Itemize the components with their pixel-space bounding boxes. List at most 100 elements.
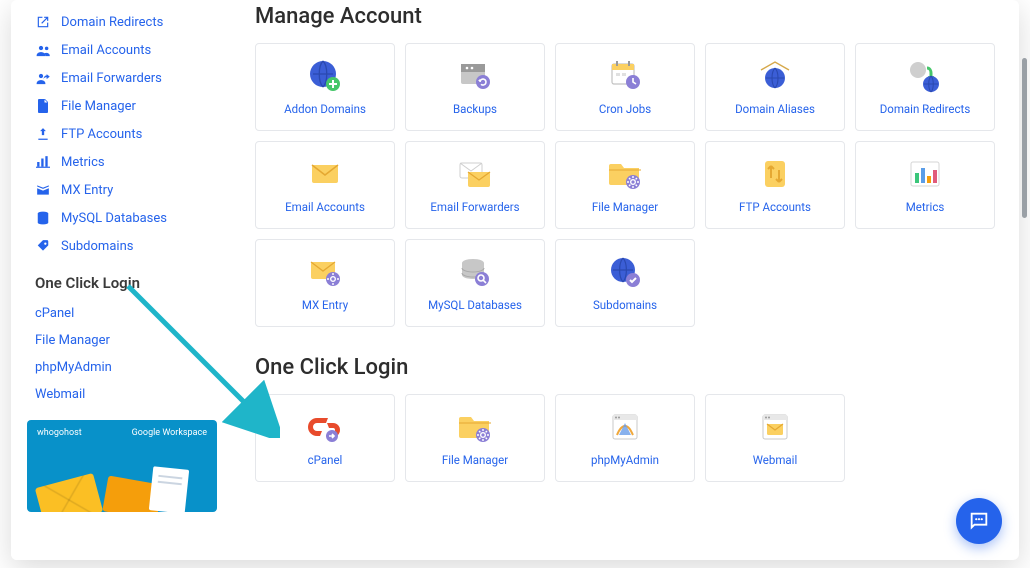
phpmyadmin-icon bbox=[605, 409, 645, 445]
cpanel-icon bbox=[305, 409, 345, 445]
mx-icon bbox=[35, 182, 51, 198]
card-label: Email Accounts bbox=[285, 200, 365, 214]
sidebar-item-subdomains[interactable]: Subdomains bbox=[19, 232, 225, 260]
sidebar-login-file-manager[interactable]: File Manager bbox=[19, 327, 225, 354]
envelope-icon bbox=[305, 156, 345, 192]
sidebar-item-label: Metrics bbox=[61, 155, 105, 170]
sidebar-item-ftp-accounts[interactable]: FTP Accounts bbox=[19, 120, 225, 148]
globe-check-icon bbox=[605, 254, 645, 290]
sidebar-item-email-accounts[interactable]: Email Accounts bbox=[19, 36, 225, 64]
server-restore-icon bbox=[455, 58, 495, 94]
card-label: File Manager bbox=[592, 200, 658, 214]
card-cpanel[interactable]: cPanel bbox=[255, 394, 395, 482]
sidebar-item-label: Email Accounts bbox=[61, 43, 151, 58]
sidebar-item-label: FTP Accounts bbox=[61, 127, 142, 142]
sidebar-item-mx-entry[interactable]: MX Entry bbox=[19, 176, 225, 204]
card-email-forwarders[interactable]: Email Forwarders bbox=[405, 141, 545, 229]
bar-chart-icon bbox=[35, 154, 51, 170]
folder-gear-icon bbox=[455, 409, 495, 445]
card-backups[interactable]: Backups bbox=[405, 43, 545, 131]
sidebar-item-label: Domain Redirects bbox=[61, 15, 163, 30]
sidebar-item-file-manager[interactable]: File Manager bbox=[19, 92, 225, 120]
envelope-forward-icon bbox=[455, 156, 495, 192]
promo-banner[interactable]: whogohost Google Workspace bbox=[27, 420, 217, 512]
manage-account-grid: Addon Domains Backups Cron Jobs Domain A… bbox=[255, 43, 997, 327]
card-subdomains[interactable]: Subdomains bbox=[555, 239, 695, 327]
globe-redirect-icon bbox=[905, 58, 945, 94]
database-icon bbox=[35, 210, 51, 226]
chat-icon bbox=[968, 510, 990, 532]
sidebar-item-metrics[interactable]: Metrics bbox=[19, 148, 225, 176]
webmail-icon bbox=[755, 409, 795, 445]
scrollbar-thumb[interactable] bbox=[1022, 58, 1027, 218]
sidebar-login-phpmyadmin[interactable]: phpMyAdmin bbox=[19, 354, 225, 381]
sidebar-login-label: phpMyAdmin bbox=[35, 360, 112, 375]
sidebar-item-label: File Manager bbox=[61, 99, 136, 114]
section-title-one-click-login: One Click Login bbox=[255, 355, 997, 380]
tag-icon bbox=[35, 238, 51, 254]
sidebar-heading-one-click-login: One Click Login bbox=[11, 260, 233, 300]
sidebar-item-label: MySQL Databases bbox=[61, 211, 167, 226]
card-file-manager-login[interactable]: File Manager bbox=[405, 394, 545, 482]
envelope-icon bbox=[35, 473, 103, 512]
card-label: MX Entry bbox=[302, 298, 348, 312]
sidebar-item-label: Subdomains bbox=[61, 239, 133, 254]
card-file-manager[interactable]: File Manager bbox=[555, 141, 695, 229]
card-label: Subdomains bbox=[593, 298, 657, 312]
card-metrics[interactable]: Metrics bbox=[855, 141, 995, 229]
sidebar-login-label: cPanel bbox=[35, 306, 74, 321]
card-label: Addon Domains bbox=[284, 102, 366, 116]
envelope-gear-icon bbox=[305, 254, 345, 290]
calendar-clock-icon bbox=[605, 58, 645, 94]
card-mysql-databases[interactable]: MySQL Databases bbox=[405, 239, 545, 327]
card-domain-aliases[interactable]: Domain Aliases bbox=[705, 43, 845, 131]
card-label: phpMyAdmin bbox=[591, 453, 659, 467]
file-icon bbox=[35, 98, 51, 114]
sidebar-item-domain-redirects[interactable]: Domain Redirects bbox=[19, 8, 225, 36]
folder-gear-icon bbox=[605, 156, 645, 192]
section-title-manage-account: Manage Account bbox=[255, 4, 997, 29]
card-webmail[interactable]: Webmail bbox=[705, 394, 845, 482]
database-search-icon bbox=[455, 254, 495, 290]
globe-plus-icon bbox=[305, 58, 345, 94]
globe-roof-icon bbox=[755, 58, 795, 94]
card-ftp-accounts[interactable]: FTP Accounts bbox=[705, 141, 845, 229]
metrics-chart-icon bbox=[905, 156, 945, 192]
card-phpmyadmin[interactable]: phpMyAdmin bbox=[555, 394, 695, 482]
sidebar-item-email-forwarders[interactable]: Email Forwarders bbox=[19, 64, 225, 92]
card-label: Cron Jobs bbox=[599, 102, 651, 116]
promo-brand-left: whogohost bbox=[37, 428, 82, 438]
sidebar-login-label: File Manager bbox=[35, 333, 110, 348]
chat-fab[interactable] bbox=[956, 498, 1002, 544]
ftp-transfer-icon bbox=[755, 156, 795, 192]
card-mx-entry[interactable]: MX Entry bbox=[255, 239, 395, 327]
card-label: MySQL Databases bbox=[428, 298, 522, 312]
card-label: Metrics bbox=[906, 200, 945, 214]
external-link-icon bbox=[35, 14, 51, 30]
sidebar-item-label: MX Entry bbox=[61, 183, 113, 198]
card-addon-domains[interactable]: Addon Domains bbox=[255, 43, 395, 131]
sidebar-login-cpanel[interactable]: cPanel bbox=[19, 300, 225, 327]
sidebar: Domain Redirects Email Accounts Email Fo… bbox=[11, 0, 233, 560]
card-label: Domain Aliases bbox=[735, 102, 815, 116]
promo-brand-right: Google Workspace bbox=[132, 428, 207, 438]
sidebar-login-label: Webmail bbox=[35, 387, 85, 402]
card-label: File Manager bbox=[442, 453, 508, 467]
sidebar-login-webmail[interactable]: Webmail bbox=[19, 381, 225, 408]
card-label: Email Forwarders bbox=[430, 200, 519, 214]
card-label: Webmail bbox=[753, 453, 798, 467]
card-email-accounts[interactable]: Email Accounts bbox=[255, 141, 395, 229]
card-label: Backups bbox=[453, 102, 497, 116]
sidebar-item-mysql-databases[interactable]: MySQL Databases bbox=[19, 204, 225, 232]
card-label: cPanel bbox=[308, 453, 343, 467]
document-icon bbox=[149, 466, 189, 512]
card-domain-redirects[interactable]: Domain Redirects bbox=[855, 43, 995, 131]
card-cron-jobs[interactable]: Cron Jobs bbox=[555, 43, 695, 131]
users-icon bbox=[35, 42, 51, 58]
users-share-icon bbox=[35, 70, 51, 86]
sidebar-item-label: Email Forwarders bbox=[61, 71, 162, 86]
main-content: Manage Account Addon Domains Backups Cro… bbox=[233, 0, 1019, 560]
card-label: FTP Accounts bbox=[739, 200, 811, 214]
upload-icon bbox=[35, 126, 51, 142]
card-label: Domain Redirects bbox=[880, 102, 971, 116]
